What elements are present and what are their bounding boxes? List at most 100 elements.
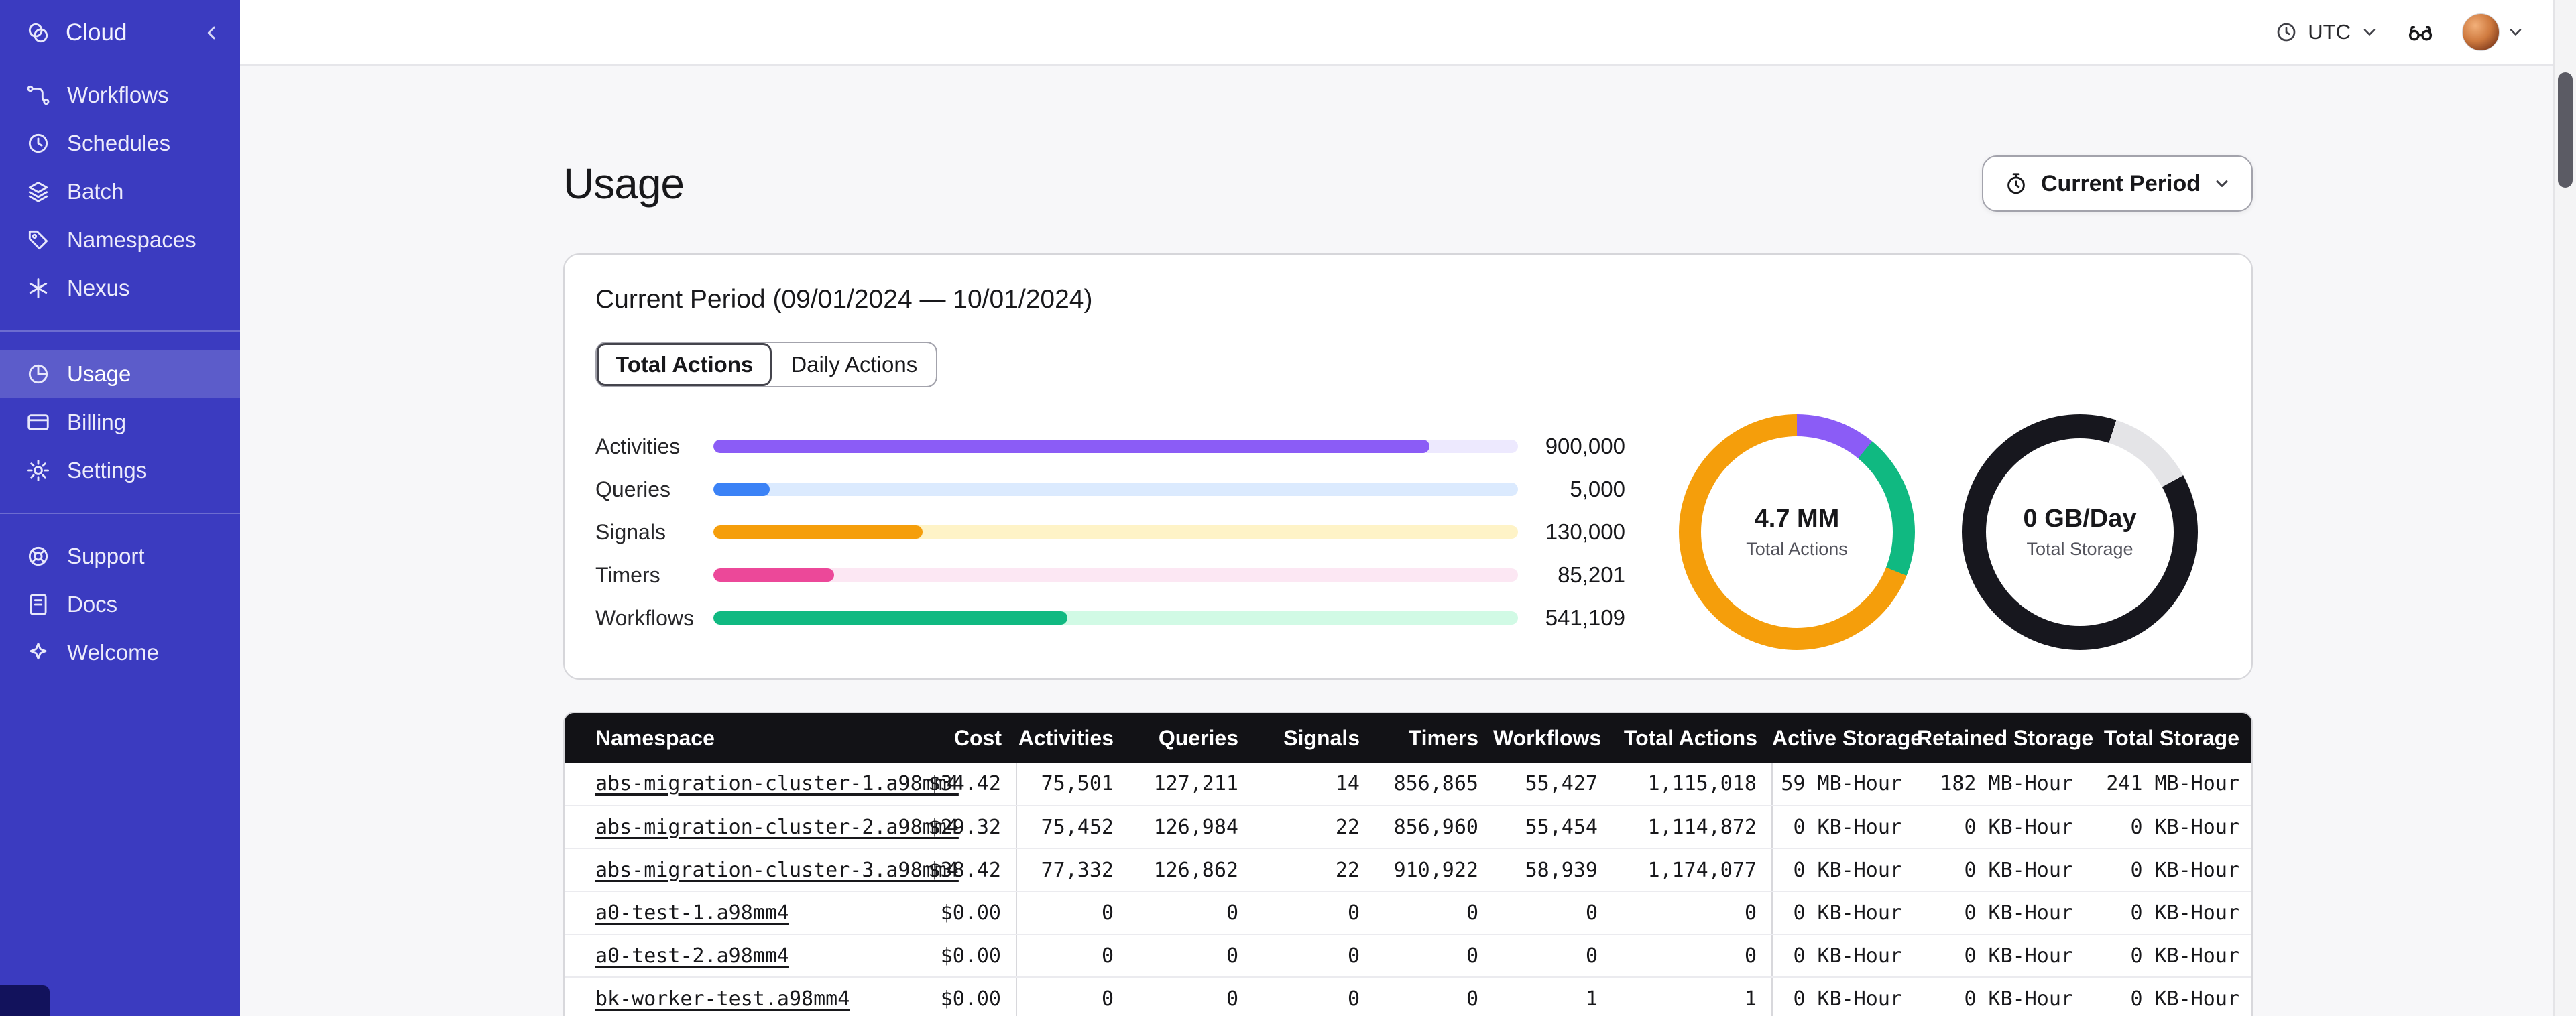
- activities-cell: 0: [1016, 934, 1128, 978]
- queries-cell: 0: [1128, 977, 1253, 1016]
- bar-label: Signals: [595, 519, 666, 544]
- table-row[interactable]: a0-test-1.a98mm4 $0.00 0 0 0 0 0 0 0 KB-…: [565, 891, 2251, 935]
- sidebar-item-workflows[interactable]: Workflows: [0, 71, 240, 119]
- sidebar-item-usage[interactable]: Usage: [0, 350, 240, 398]
- donut-value: 0 GB/Day: [2023, 505, 2137, 533]
- bar-row-timers: Timers 85,201: [595, 554, 1625, 596]
- sidebar-item-settings[interactable]: Settings: [0, 446, 240, 495]
- column-header-queries: Queries: [1128, 713, 1253, 763]
- tab-total-actions[interactable]: Total Actions: [597, 343, 772, 386]
- queries-cell: 0: [1128, 934, 1253, 978]
- sidebar-item-label: Support: [67, 544, 145, 568]
- column-header-activities: Activities: [1016, 713, 1128, 763]
- timers-cell: 0: [1374, 891, 1493, 935]
- table-row[interactable]: a0-test-2.a98mm4 $0.00 0 0 0 0 0 0 0 KB-…: [565, 934, 2251, 978]
- bar-label: Activities: [595, 434, 681, 458]
- bar-fill: [713, 525, 923, 539]
- column-header-namespace: Namespace: [565, 713, 900, 763]
- activities-cell: 0: [1016, 891, 1128, 935]
- active-storage-cell: 0 KB-Hour: [1772, 806, 1917, 849]
- sidebar-bottom-tab[interactable]: [0, 985, 50, 1016]
- bar-fill: [713, 611, 1067, 625]
- total-storage-cell: 241 MB-Hour: [2088, 763, 2251, 806]
- sidebar-item-nexus[interactable]: Nexus: [0, 264, 240, 312]
- sidebar-item-support[interactable]: Support: [0, 532, 240, 580]
- donut-value: 4.7 MM: [1754, 505, 1840, 533]
- sidebar-item-docs[interactable]: Docs: [0, 580, 240, 629]
- namespace-cell: a0-test-2.a98mm4: [565, 934, 900, 978]
- timers-cell: 856,865: [1374, 763, 1493, 806]
- active-storage-cell: 0 KB-Hour: [1772, 891, 1917, 935]
- period-selector-button[interactable]: Current Period: [1981, 155, 2253, 212]
- settings-icon: [25, 458, 51, 483]
- timezone-label: UTC: [2308, 20, 2351, 44]
- bar-label: Timers: [595, 562, 660, 587]
- actions-bar-chart: Activities 900,000 Queries 5,000 Signals…: [595, 425, 1625, 639]
- schedules-icon: [25, 131, 51, 156]
- card-title: Current Period (09/01/2024 — 10/01/2024): [595, 285, 1093, 314]
- bar-value: 85,201: [1558, 562, 1625, 587]
- table-row[interactable]: bk-worker-test.a98mm4 $0.00 0 0 0 0 1 1 …: [565, 977, 2251, 1016]
- namespace-link[interactable]: a0-test-1.a98mm4: [595, 901, 789, 925]
- column-header-signals: Signals: [1253, 713, 1374, 763]
- tab-daily-actions[interactable]: Daily Actions: [772, 343, 936, 386]
- sidebar-item-namespaces[interactable]: Namespaces: [0, 216, 240, 264]
- namespace-link[interactable]: abs-migration-cluster-3.a98mm4: [595, 859, 959, 882]
- workflows-cell: 55,427: [1493, 763, 1613, 806]
- total-storage-cell: 0 KB-Hour: [2088, 891, 2251, 935]
- avatar: [2462, 13, 2500, 51]
- column-header-retained-storage: Retained Storage: [1917, 713, 2093, 763]
- total-actions-cell: 1: [1613, 977, 1773, 1016]
- glasses-icon[interactable]: [2406, 17, 2435, 47]
- topbar: UTC: [240, 0, 2553, 66]
- sidebar-item-label: Docs: [67, 592, 118, 617]
- bar-track: [713, 525, 1518, 539]
- sidebar-item-billing[interactable]: Billing: [0, 398, 240, 446]
- active-storage-cell: 59 MB-Hour: [1772, 763, 1917, 806]
- bar-row-workflows: Workflows 541,109: [595, 596, 1625, 639]
- period-selector-label: Current Period: [2040, 170, 2201, 196]
- retained-storage-cell: 182 MB-Hour: [1917, 763, 2088, 806]
- stopwatch-icon: [2003, 171, 2029, 196]
- bar-label: Queries: [595, 477, 671, 501]
- sidebar-item-schedules[interactable]: Schedules: [0, 119, 240, 168]
- namespace-link[interactable]: bk-worker-test.a98mm4: [595, 987, 850, 1011]
- sidebar-nav: Workflows Schedules Batch Namespaces Nex…: [0, 71, 240, 677]
- timezone-selector[interactable]: UTC: [2274, 20, 2379, 44]
- scrollbar-thumb[interactable]: [2558, 72, 2573, 188]
- sidebar-item-batch[interactable]: Batch: [0, 168, 240, 216]
- total-actions-cell: 1,114,872: [1613, 806, 1773, 849]
- queries-cell: 0: [1128, 891, 1253, 935]
- bar-row-signals: Signals 130,000: [595, 511, 1625, 554]
- namespaces-icon: [25, 227, 51, 253]
- total-storage-cell: 0 KB-Hour: [2088, 848, 2251, 892]
- bar-value: 541,109: [1545, 605, 1625, 630]
- sidebar: Cloud Workflows Schedules Batch Namespac…: [0, 0, 240, 1016]
- sidebar-item-label: Schedules: [67, 131, 171, 155]
- namespace-link[interactable]: a0-test-2.a98mm4: [595, 944, 789, 968]
- signals-cell: 22: [1253, 848, 1374, 892]
- namespace-link[interactable]: abs-migration-cluster-2.a98mm4: [595, 816, 959, 839]
- cost-cell: $0.00: [900, 891, 1017, 935]
- table-row[interactable]: abs-migration-cluster-3.a98mm4 $38.42 77…: [565, 848, 2251, 892]
- namespace-cell: a0-test-1.a98mm4: [565, 891, 900, 935]
- queries-cell: 126,862: [1128, 848, 1253, 892]
- activities-cell: 77,332: [1016, 848, 1128, 892]
- table-row[interactable]: abs-migration-cluster-2.a98mm4 $29.32 75…: [565, 806, 2251, 849]
- retained-storage-cell: 0 KB-Hour: [1917, 934, 2088, 978]
- total-storage-cell: 0 KB-Hour: [2088, 934, 2251, 978]
- billing-icon: [25, 409, 51, 435]
- namespace-cell: abs-migration-cluster-1.a98mm4: [565, 763, 959, 806]
- sidebar-item-welcome[interactable]: Welcome: [0, 629, 240, 677]
- account-menu[interactable]: [2462, 13, 2525, 51]
- main-content: Usage Current Period Current Period (09/…: [240, 67, 2553, 1016]
- page-scrollbar[interactable]: [2553, 0, 2576, 1016]
- retained-storage-cell: 0 KB-Hour: [1917, 806, 2088, 849]
- column-header-total-storage: Total Storage: [2088, 713, 2251, 763]
- namespace-cell: bk-worker-test.a98mm4: [565, 977, 900, 1016]
- sidebar-item-label: Namespaces: [67, 227, 196, 252]
- collapse-sidebar-icon[interactable]: [201, 22, 223, 44]
- namespace-link[interactable]: abs-migration-cluster-1.a98mm4: [595, 772, 959, 796]
- table-row[interactable]: abs-migration-cluster-1.a98mm4 $34.42 75…: [565, 763, 2251, 806]
- active-storage-cell: 0 KB-Hour: [1772, 934, 1917, 978]
